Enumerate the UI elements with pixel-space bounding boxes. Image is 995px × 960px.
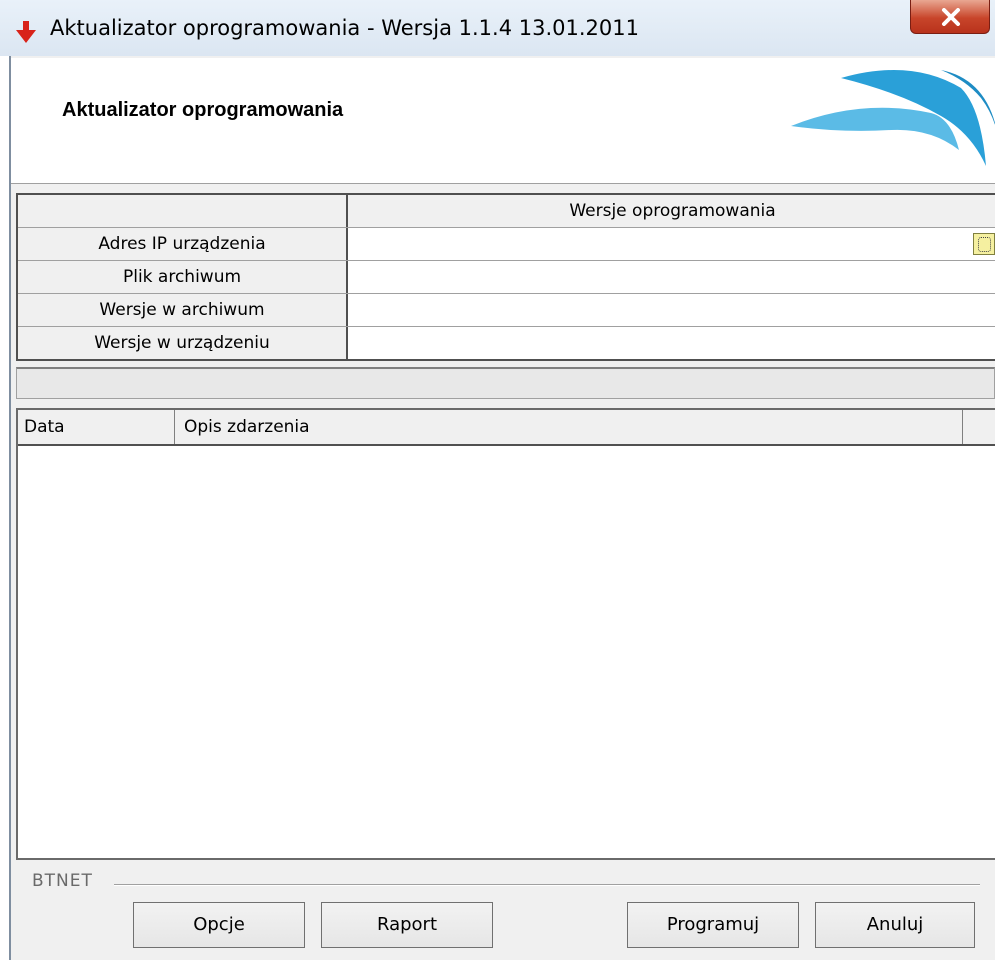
group-divider	[114, 884, 980, 886]
firmware-info-grid: Wersje oprogramowania Adres IP urządzeni…	[16, 193, 995, 361]
column-header-extra[interactable]	[963, 410, 995, 444]
grid-row-label: Plik archiwum	[18, 261, 348, 293]
title-bar[interactable]: Aktualizator oprogramowania - Wersja 1.1…	[0, 0, 995, 56]
grid-column-header: Wersje oprogramowania	[348, 195, 995, 227]
group-label: BTNET	[32, 871, 93, 891]
grid-row-label: Wersje w urządzeniu	[18, 327, 348, 359]
report-button[interactable]: Raport	[321, 902, 493, 948]
close-button[interactable]	[910, 0, 990, 34]
red-down-arrow-icon	[16, 21, 36, 43]
column-header-date[interactable]: Data	[18, 410, 175, 444]
grid-row-archive-file: Plik archiwum	[18, 261, 995, 294]
options-button[interactable]: Opcje	[133, 902, 305, 948]
column-header-description[interactable]: Opis zdarzenia	[175, 410, 963, 444]
window-title: Aktualizator oprogramowania - Wersja 1.1…	[50, 16, 639, 40]
device-versions-field	[348, 327, 995, 359]
grid-row-ip: Adres IP urządzenia	[18, 228, 995, 261]
swoosh-logo	[791, 70, 995, 166]
grid-row-device-versions: Wersje w urządzeniu	[18, 327, 995, 359]
header-title: Aktualizator oprogramowania	[62, 99, 344, 121]
close-icon	[942, 8, 960, 26]
header-panel: Aktualizator oprogramowania	[11, 58, 995, 184]
grid-header-row: Wersje oprogramowania	[18, 195, 995, 228]
archive-file-field[interactable]	[348, 261, 995, 293]
program-button[interactable]: Programuj	[627, 902, 799, 948]
event-list[interactable]: Data Opis zdarzenia	[16, 408, 995, 860]
progress-bar	[16, 367, 995, 399]
grid-row-label: Wersje w archiwum	[18, 294, 348, 326]
event-list-header: Data Opis zdarzenia	[18, 410, 995, 446]
cancel-button[interactable]: Anuluj	[815, 902, 975, 948]
archive-versions-field	[348, 294, 995, 326]
grid-row-archive-versions: Wersje w archiwum	[18, 294, 995, 327]
grid-corner-cell	[18, 195, 348, 227]
browse-icon[interactable]	[973, 233, 995, 255]
ip-address-field[interactable]	[348, 228, 995, 260]
grid-row-label: Adres IP urządzenia	[18, 228, 348, 260]
